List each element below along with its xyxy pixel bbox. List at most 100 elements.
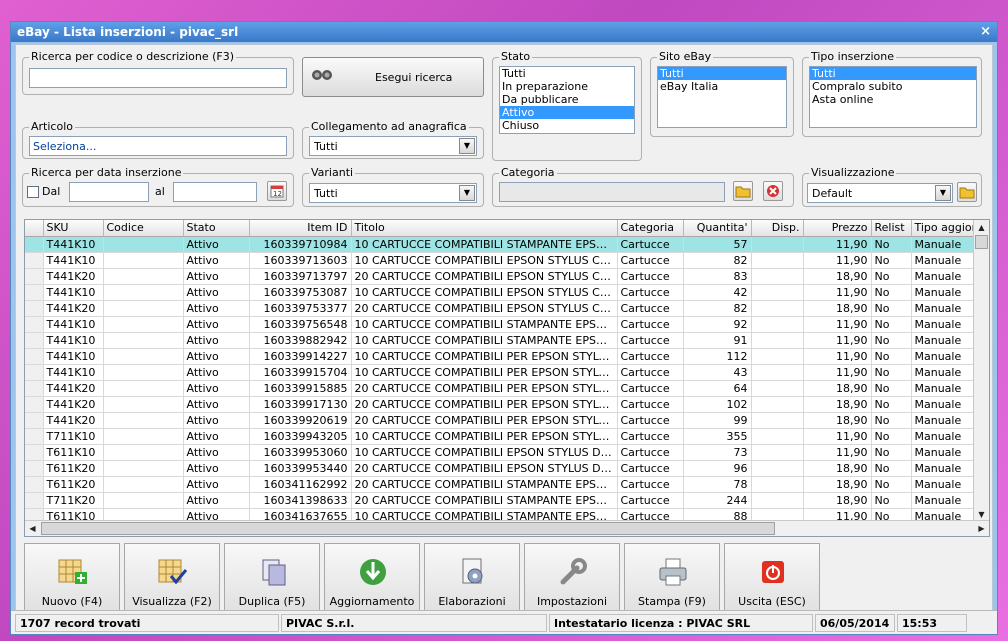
column-header[interactable]: Item ID bbox=[249, 220, 352, 237]
update-button[interactable]: Aggiornamento bbox=[324, 543, 420, 615]
stato-listbox[interactable]: Tutti In preparazione Da pubblicare Atti… bbox=[499, 66, 635, 134]
table-row[interactable]: T711K20 Attivo 160341398633 20 CARTUCCE COM… bbox=[25, 492, 974, 509]
row-indicator[interactable] bbox=[25, 252, 44, 269]
stato-option[interactable]: Chiuso bbox=[500, 119, 634, 132]
row-indicator[interactable] bbox=[25, 268, 44, 285]
tipo-option[interactable]: Asta online bbox=[810, 93, 976, 106]
row-indicator[interactable] bbox=[25, 492, 44, 509]
vertical-scrollbar[interactable]: ▲ ▼ bbox=[973, 220, 989, 522]
horizontal-scrollbar[interactable]: ◀ ▶ bbox=[25, 520, 989, 536]
row-indicator[interactable] bbox=[25, 300, 44, 317]
table-row[interactable]: T611K20 Attivo 160339953440 20 CARTUCCE COM… bbox=[25, 460, 974, 477]
folder-icon[interactable] bbox=[733, 181, 753, 201]
tipo-listbox[interactable]: Tutti Compralo subito Asta online bbox=[809, 66, 977, 128]
al-date-input[interactable] bbox=[173, 182, 257, 202]
clear-icon[interactable] bbox=[763, 181, 783, 201]
chevron-down-icon[interactable]: ▼ bbox=[459, 138, 475, 154]
close-icon[interactable]: × bbox=[980, 24, 991, 39]
scroll-thumb[interactable] bbox=[975, 235, 988, 249]
table-cell: Cartucce bbox=[617, 476, 684, 493]
scroll-up-icon[interactable]: ▲ bbox=[974, 220, 989, 235]
row-indicator[interactable] bbox=[25, 284, 44, 301]
dal-date-input[interactable] bbox=[69, 182, 149, 202]
scroll-right-icon[interactable]: ▶ bbox=[974, 521, 989, 536]
column-header[interactable]: Tipo aggiorna bbox=[911, 220, 974, 237]
folder-icon[interactable] bbox=[957, 182, 977, 202]
collegamento-select[interactable]: Tutti ▼ bbox=[309, 136, 477, 156]
tipo-option-selected[interactable]: Tutti bbox=[810, 67, 976, 80]
table-row[interactable]: T441K10 Attivo 160339915704 10 CARTUCCE COM… bbox=[25, 364, 974, 381]
varianti-select[interactable]: Tutti ▼ bbox=[309, 183, 477, 203]
column-header[interactable]: Titolo bbox=[351, 220, 618, 237]
new-button[interactable]: Nuovo (F4) bbox=[24, 543, 120, 615]
table-row[interactable]: T611K20 Attivo 160341162992 20 CARTUCCE COM… bbox=[25, 476, 974, 493]
column-header[interactable]: Codice bbox=[103, 220, 184, 237]
visualizzazione-select[interactable]: Default ▼ bbox=[807, 183, 953, 203]
table-cell: Attivo bbox=[183, 476, 250, 493]
categoria-field[interactable] bbox=[499, 182, 725, 202]
table-row[interactable]: T711K10 Attivo 160339943205 10 CARTUCCE COM… bbox=[25, 428, 974, 445]
column-header[interactable]: Categoria bbox=[617, 220, 684, 237]
column-header[interactable]: SKU bbox=[43, 220, 104, 237]
settings-button[interactable]: Impostazioni bbox=[524, 543, 620, 615]
dal-checkbox[interactable] bbox=[27, 186, 39, 198]
sito-option-selected[interactable]: Tutti bbox=[658, 67, 786, 80]
table-row[interactable]: T441K20 Attivo 160339915885 20 CARTUCCE COM… bbox=[25, 380, 974, 397]
table-row[interactable]: T441K10 Attivo 160339753087 10 CARTUCCE COM… bbox=[25, 284, 974, 301]
row-indicator[interactable] bbox=[25, 396, 44, 413]
stato-option[interactable]: Da pubblicare bbox=[500, 93, 634, 106]
stato-option-selected[interactable]: Attivo bbox=[500, 106, 634, 119]
stato-option[interactable]: In preparazione bbox=[500, 80, 634, 93]
print-button[interactable]: Stampa (F9) bbox=[624, 543, 720, 615]
calendar-icon[interactable]: 12 bbox=[267, 181, 287, 201]
scroll-thumb[interactable] bbox=[41, 522, 775, 535]
row-indicator[interactable] bbox=[25, 332, 44, 349]
table-row[interactable]: T441K20 Attivo 160339713797 20 CARTUCCE COM… bbox=[25, 268, 974, 285]
date-group: Ricerca per data inserzione Dal al 12 bbox=[22, 166, 294, 207]
table-cell bbox=[751, 268, 804, 285]
sito-option[interactable]: eBay Italia bbox=[658, 80, 786, 93]
row-indicator[interactable] bbox=[25, 476, 44, 493]
row-indicator[interactable] bbox=[25, 428, 44, 445]
row-indicator[interactable] bbox=[25, 380, 44, 397]
view-button[interactable]: Visualizza (F2) bbox=[124, 543, 220, 615]
table-row[interactable]: T441K20 Attivo 160339917130 20 CARTUCCE COM… bbox=[25, 396, 974, 413]
row-indicator[interactable] bbox=[25, 444, 44, 461]
table-row[interactable]: T441K20 Attivo 160339753377 20 CARTUCCE COM… bbox=[25, 300, 974, 317]
column-header[interactable]: Stato bbox=[183, 220, 250, 237]
column-header[interactable]: Relist bbox=[871, 220, 912, 237]
table-row[interactable]: T441K10 Attivo 160339710984 10 CARTUCCE COM… bbox=[25, 236, 974, 253]
chevron-down-icon[interactable]: ▼ bbox=[459, 185, 475, 201]
window-title-bar[interactable]: eBay - Lista inserzioni - pivac_srl × bbox=[11, 22, 997, 42]
row-indicator[interactable] bbox=[25, 316, 44, 333]
row-indicator[interactable] bbox=[25, 364, 44, 381]
column-header[interactable]: Disp. bbox=[751, 220, 804, 237]
processing-button[interactable]: Elaborazioni bbox=[424, 543, 520, 615]
duplicate-button[interactable]: Duplica (F5) bbox=[224, 543, 320, 615]
articolo-field[interactable]: Seleziona... bbox=[29, 136, 287, 156]
table-cell: 99 bbox=[683, 412, 752, 429]
column-header[interactable]: Prezzo bbox=[803, 220, 872, 237]
row-indicator[interactable] bbox=[25, 412, 44, 429]
table-row[interactable]: T441K10 Attivo 160339914227 10 CARTUCCE COM… bbox=[25, 348, 974, 365]
stato-option[interactable]: Tutti bbox=[500, 67, 634, 80]
table-row[interactable]: T441K20 Attivo 160339920619 20 CARTUCCE COM… bbox=[25, 412, 974, 429]
table-row[interactable]: T611K10 Attivo 160339953060 10 CARTUCCE COM… bbox=[25, 444, 974, 461]
scroll-left-icon[interactable]: ◀ bbox=[25, 521, 40, 536]
execute-search-button[interactable]: Esegui ricerca bbox=[302, 57, 484, 97]
exit-button[interactable]: Uscita (ESC) bbox=[724, 543, 820, 615]
sito-listbox[interactable]: Tutti eBay Italia bbox=[657, 66, 787, 128]
row-indicator[interactable] bbox=[25, 460, 44, 477]
chevron-down-icon[interactable]: ▼ bbox=[935, 185, 951, 201]
search-input[interactable] bbox=[29, 68, 287, 88]
row-indicator[interactable] bbox=[25, 236, 44, 253]
row-indicator[interactable] bbox=[25, 348, 44, 365]
table-row[interactable]: T441K10 Attivo 160339713603 10 CARTUCCE COM… bbox=[25, 252, 974, 269]
table-row[interactable]: T441K10 Attivo 160339882942 10 CARTUCCE COM… bbox=[25, 332, 974, 349]
column-header[interactable]: Quantita' bbox=[683, 220, 752, 237]
tipo-option[interactable]: Compralo subito bbox=[810, 80, 976, 93]
table-row[interactable]: T441K10 Attivo 160339756548 10 CARTUCCE COM… bbox=[25, 316, 974, 333]
visualizzazione-value: Default bbox=[812, 187, 853, 200]
table-cell: Attivo bbox=[183, 284, 250, 301]
table-cell: No bbox=[871, 236, 912, 253]
